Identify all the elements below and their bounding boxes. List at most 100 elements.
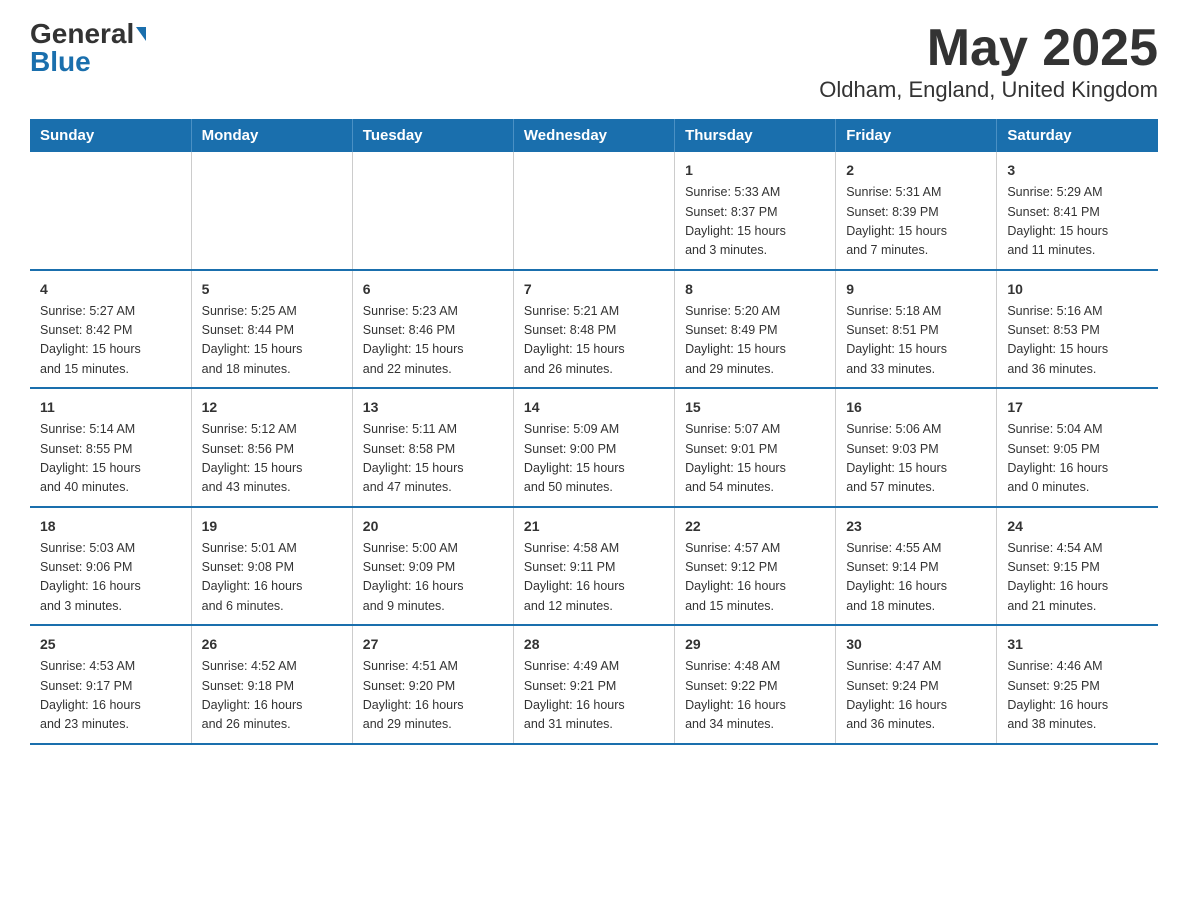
- day-number: 21: [524, 516, 664, 537]
- day-info: Sunrise: 5:33 AMSunset: 8:37 PMDaylight:…: [685, 183, 825, 261]
- cell-w4-d2: 27Sunrise: 4:51 AMSunset: 9:20 PMDayligh…: [352, 625, 513, 744]
- day-number: 4: [40, 279, 181, 300]
- cell-w4-d0: 25Sunrise: 4:53 AMSunset: 9:17 PMDayligh…: [30, 625, 191, 744]
- day-info: Sunrise: 5:04 AMSunset: 9:05 PMDaylight:…: [1007, 420, 1148, 498]
- logo-blue: Blue: [30, 48, 91, 76]
- day-number: 28: [524, 634, 664, 655]
- header-friday: Friday: [836, 119, 997, 152]
- header-saturday: Saturday: [997, 119, 1158, 152]
- day-number: 13: [363, 397, 503, 418]
- day-number: 2: [846, 160, 986, 181]
- cell-w4-d1: 26Sunrise: 4:52 AMSunset: 9:18 PMDayligh…: [191, 625, 352, 744]
- header-monday: Monday: [191, 119, 352, 152]
- calendar-body: 1Sunrise: 5:33 AMSunset: 8:37 PMDaylight…: [30, 152, 1158, 744]
- cell-w2-d4: 15Sunrise: 5:07 AMSunset: 9:01 PMDayligh…: [675, 388, 836, 507]
- header-wednesday: Wednesday: [513, 119, 674, 152]
- header-sunday: Sunday: [30, 119, 191, 152]
- day-info: Sunrise: 5:03 AMSunset: 9:06 PMDaylight:…: [40, 539, 181, 617]
- day-number: 27: [363, 634, 503, 655]
- cell-w2-d1: 12Sunrise: 5:12 AMSunset: 8:56 PMDayligh…: [191, 388, 352, 507]
- day-number: 14: [524, 397, 664, 418]
- cell-w0-d6: 3Sunrise: 5:29 AMSunset: 8:41 PMDaylight…: [997, 152, 1158, 270]
- week-row-1: 4Sunrise: 5:27 AMSunset: 8:42 PMDaylight…: [30, 270, 1158, 389]
- cell-w4-d3: 28Sunrise: 4:49 AMSunset: 9:21 PMDayligh…: [513, 625, 674, 744]
- day-number: 7: [524, 279, 664, 300]
- day-info: Sunrise: 4:57 AMSunset: 9:12 PMDaylight:…: [685, 539, 825, 617]
- logo-general: General: [30, 20, 134, 48]
- day-number: 12: [202, 397, 342, 418]
- cell-w2-d2: 13Sunrise: 5:11 AMSunset: 8:58 PMDayligh…: [352, 388, 513, 507]
- day-number: 23: [846, 516, 986, 537]
- week-row-4: 25Sunrise: 4:53 AMSunset: 9:17 PMDayligh…: [30, 625, 1158, 744]
- day-info: Sunrise: 5:20 AMSunset: 8:49 PMDaylight:…: [685, 302, 825, 380]
- day-info: Sunrise: 5:21 AMSunset: 8:48 PMDaylight:…: [524, 302, 664, 380]
- day-info: Sunrise: 5:29 AMSunset: 8:41 PMDaylight:…: [1007, 183, 1148, 261]
- cell-w4-d5: 30Sunrise: 4:47 AMSunset: 9:24 PMDayligh…: [836, 625, 997, 744]
- cell-w1-d3: 7Sunrise: 5:21 AMSunset: 8:48 PMDaylight…: [513, 270, 674, 389]
- cell-w3-d2: 20Sunrise: 5:00 AMSunset: 9:09 PMDayligh…: [352, 507, 513, 626]
- cell-w2-d5: 16Sunrise: 5:06 AMSunset: 9:03 PMDayligh…: [836, 388, 997, 507]
- day-info: Sunrise: 5:14 AMSunset: 8:55 PMDaylight:…: [40, 420, 181, 498]
- day-number: 22: [685, 516, 825, 537]
- week-row-3: 18Sunrise: 5:03 AMSunset: 9:06 PMDayligh…: [30, 507, 1158, 626]
- day-info: Sunrise: 4:49 AMSunset: 9:21 PMDaylight:…: [524, 657, 664, 735]
- day-number: 11: [40, 397, 181, 418]
- day-info: Sunrise: 5:31 AMSunset: 8:39 PMDaylight:…: [846, 183, 986, 261]
- day-number: 3: [1007, 160, 1148, 181]
- cell-w4-d6: 31Sunrise: 4:46 AMSunset: 9:25 PMDayligh…: [997, 625, 1158, 744]
- cell-w1-d2: 6Sunrise: 5:23 AMSunset: 8:46 PMDaylight…: [352, 270, 513, 389]
- cell-w3-d0: 18Sunrise: 5:03 AMSunset: 9:06 PMDayligh…: [30, 507, 191, 626]
- cell-w3-d4: 22Sunrise: 4:57 AMSunset: 9:12 PMDayligh…: [675, 507, 836, 626]
- header-thursday: Thursday: [675, 119, 836, 152]
- cell-w0-d4: 1Sunrise: 5:33 AMSunset: 8:37 PMDaylight…: [675, 152, 836, 270]
- day-number: 24: [1007, 516, 1148, 537]
- header-tuesday: Tuesday: [352, 119, 513, 152]
- day-info: Sunrise: 4:47 AMSunset: 9:24 PMDaylight:…: [846, 657, 986, 735]
- page-header: General Blue May 2025 Oldham, England, U…: [30, 20, 1158, 103]
- logo-triangle-icon: [136, 27, 146, 41]
- day-info: Sunrise: 5:27 AMSunset: 8:42 PMDaylight:…: [40, 302, 181, 380]
- cell-w1-d5: 9Sunrise: 5:18 AMSunset: 8:51 PMDaylight…: [836, 270, 997, 389]
- day-number: 30: [846, 634, 986, 655]
- cell-w1-d1: 5Sunrise: 5:25 AMSunset: 8:44 PMDaylight…: [191, 270, 352, 389]
- cell-w2-d3: 14Sunrise: 5:09 AMSunset: 9:00 PMDayligh…: [513, 388, 674, 507]
- cell-w2-d6: 17Sunrise: 5:04 AMSunset: 9:05 PMDayligh…: [997, 388, 1158, 507]
- day-info: Sunrise: 5:18 AMSunset: 8:51 PMDaylight:…: [846, 302, 986, 380]
- day-info: Sunrise: 5:12 AMSunset: 8:56 PMDaylight:…: [202, 420, 342, 498]
- day-info: Sunrise: 5:16 AMSunset: 8:53 PMDaylight:…: [1007, 302, 1148, 380]
- day-number: 17: [1007, 397, 1148, 418]
- cell-w3-d1: 19Sunrise: 5:01 AMSunset: 9:08 PMDayligh…: [191, 507, 352, 626]
- cell-w0-d5: 2Sunrise: 5:31 AMSunset: 8:39 PMDaylight…: [836, 152, 997, 270]
- cell-w3-d5: 23Sunrise: 4:55 AMSunset: 9:14 PMDayligh…: [836, 507, 997, 626]
- day-info: Sunrise: 4:54 AMSunset: 9:15 PMDaylight:…: [1007, 539, 1148, 617]
- day-info: Sunrise: 5:00 AMSunset: 9:09 PMDaylight:…: [363, 539, 503, 617]
- day-info: Sunrise: 5:07 AMSunset: 9:01 PMDaylight:…: [685, 420, 825, 498]
- cell-w0-d1: [191, 152, 352, 270]
- page-title: May 2025: [819, 20, 1158, 77]
- day-number: 26: [202, 634, 342, 655]
- cell-w1-d6: 10Sunrise: 5:16 AMSunset: 8:53 PMDayligh…: [997, 270, 1158, 389]
- day-number: 9: [846, 279, 986, 300]
- day-info: Sunrise: 5:11 AMSunset: 8:58 PMDaylight:…: [363, 420, 503, 498]
- day-number: 8: [685, 279, 825, 300]
- day-info: Sunrise: 5:25 AMSunset: 8:44 PMDaylight:…: [202, 302, 342, 380]
- day-number: 1: [685, 160, 825, 181]
- day-info: Sunrise: 4:46 AMSunset: 9:25 PMDaylight:…: [1007, 657, 1148, 735]
- logo: General Blue: [30, 20, 146, 76]
- day-info: Sunrise: 5:23 AMSunset: 8:46 PMDaylight:…: [363, 302, 503, 380]
- day-number: 5: [202, 279, 342, 300]
- day-info: Sunrise: 4:53 AMSunset: 9:17 PMDaylight:…: [40, 657, 181, 735]
- day-number: 18: [40, 516, 181, 537]
- title-block: May 2025 Oldham, England, United Kingdom: [819, 20, 1158, 103]
- day-number: 29: [685, 634, 825, 655]
- day-info: Sunrise: 4:52 AMSunset: 9:18 PMDaylight:…: [202, 657, 342, 735]
- day-info: Sunrise: 4:51 AMSunset: 9:20 PMDaylight:…: [363, 657, 503, 735]
- day-info: Sunrise: 4:55 AMSunset: 9:14 PMDaylight:…: [846, 539, 986, 617]
- calendar-header: SundayMondayTuesdayWednesdayThursdayFrid…: [30, 119, 1158, 152]
- cell-w0-d3: [513, 152, 674, 270]
- day-number: 25: [40, 634, 181, 655]
- calendar-table: SundayMondayTuesdayWednesdayThursdayFrid…: [30, 119, 1158, 745]
- cell-w2-d0: 11Sunrise: 5:14 AMSunset: 8:55 PMDayligh…: [30, 388, 191, 507]
- day-number: 15: [685, 397, 825, 418]
- header-row: SundayMondayTuesdayWednesdayThursdayFrid…: [30, 119, 1158, 152]
